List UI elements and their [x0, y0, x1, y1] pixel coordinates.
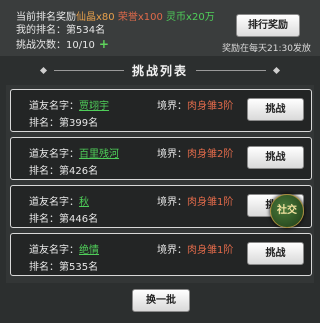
current-reward-line: 当前排名奖励仙晶x80 荣誉x100 灵币x20万 [16, 12, 215, 24]
attempts-line: 挑战次数：10/10 + [16, 38, 109, 52]
attempts-value: 10/10 [66, 40, 95, 51]
challenge-button[interactable]: 挑战 [247, 242, 304, 265]
opponent-name-line: 道友名字：贾翊宇 [29, 101, 109, 112]
social-button[interactable]: 社交 [270, 194, 304, 228]
section-title: 挑战列表 [131, 63, 188, 78]
opponent-realm-line: 境界：肉身雏1阶 [157, 197, 234, 208]
opponent-name[interactable]: 百里残河 [79, 149, 119, 160]
opponent-rank-line: 排名：第446名 [29, 214, 99, 225]
opponent-rank: 第535名 [59, 262, 99, 273]
opponent-realm: 肉身雏1阶 [187, 245, 234, 256]
opponent-rank-line: 排名：第426名 [29, 166, 99, 177]
opponent-rank-line: 排名：第399名 [29, 118, 99, 129]
opponent-name[interactable]: 秋 [79, 197, 89, 208]
opponent-realm-line: 境界：肉身雏3阶 [157, 101, 234, 112]
divider-left [53, 69, 124, 71]
opponent-name-line: 道友名字：百里残河 [29, 149, 119, 160]
opponent-realm: 肉身雏2阶 [187, 149, 234, 160]
my-rank-value: 第534名 [66, 25, 106, 36]
opponent-realm-line: 境界：肉身雏2阶 [157, 149, 234, 160]
opponent-name[interactable]: 贾翊宇 [79, 101, 109, 112]
attempts-label: 挑战次数： [16, 40, 66, 51]
opponent-realm-line: 境界：肉身雏1阶 [157, 245, 234, 256]
diamond-icon [272, 66, 281, 74]
reward-time-note: 奖励在每天21:30发放 [222, 44, 311, 54]
opponent-card: 道友名字：秋 排名：第446名 境界：肉身雏1阶 挑战 [10, 185, 312, 228]
opponent-name-line: 道友名字：绝情 [29, 245, 99, 256]
reward-fairy-crystal: 仙晶x80 [76, 12, 115, 23]
section-header: 挑战列表 [0, 58, 320, 82]
refresh-button[interactable]: 换一批 [132, 289, 190, 312]
opponent-name[interactable]: 绝情 [79, 245, 99, 256]
my-rank-line: 我的排名：第534名 [16, 25, 105, 37]
ranking-reward-button[interactable]: 排行奖励 [236, 14, 300, 37]
challenge-button[interactable]: 挑战 [247, 146, 304, 169]
opponent-card: 道友名字：贾翊宇 排名：第399名 境界：肉身雏3阶 挑战 [10, 89, 312, 132]
plus-icon[interactable]: + [99, 37, 109, 51]
opponent-realm: 肉身雏1阶 [187, 197, 234, 208]
opponent-realm: 肉身雏3阶 [187, 101, 234, 112]
reward-prefix: 当前排名奖励 [16, 12, 76, 23]
opponent-rank-line: 排名：第535名 [29, 262, 99, 273]
opponent-rank: 第426名 [59, 166, 99, 177]
opponent-rank: 第399名 [59, 118, 99, 129]
challenge-button[interactable]: 挑战 [247, 98, 304, 121]
diamond-icon [39, 66, 48, 74]
reward-spirit-coin: 灵币x20万 [166, 12, 215, 23]
opponent-card: 道友名字：百里残河 排名：第426名 境界：肉身雏2阶 挑战 [10, 137, 312, 180]
reward-honor: 荣誉x100 [117, 12, 163, 23]
divider-right [196, 69, 266, 71]
challenge-list: 道友名字：贾翊宇 排名：第399名 境界：肉身雏3阶 挑战 道友名字：百里残河 … [6, 85, 314, 283]
opponent-rank: 第446名 [59, 214, 99, 225]
opponent-name-line: 道友名字：秋 [29, 197, 89, 208]
opponent-card: 道友名字：绝情 排名：第535名 境界：肉身雏1阶 挑战 [10, 233, 312, 276]
header-panel: 当前排名奖励仙晶x80 荣誉x100 灵币x20万 我的排名：第534名 挑战次… [0, 0, 320, 56]
my-rank-label: 我的排名： [16, 25, 66, 36]
